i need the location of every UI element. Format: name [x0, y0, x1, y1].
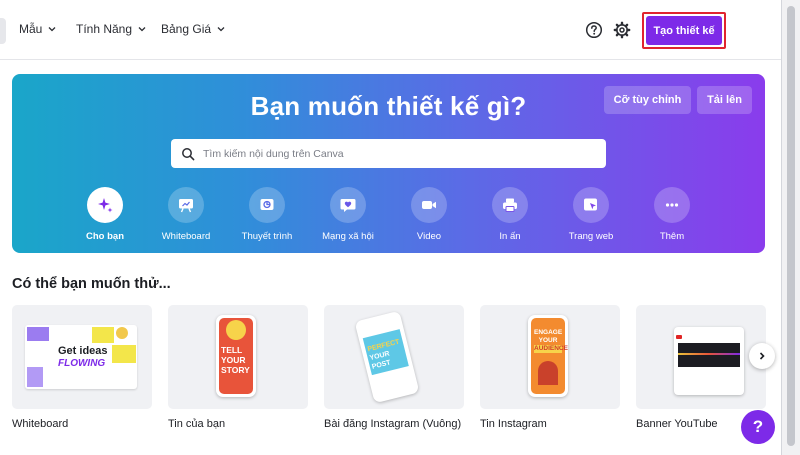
youtube-logo-icon: [676, 335, 682, 339]
template-card-your-story[interactable]: TELL YOUR STORY Tin của bạn: [168, 305, 308, 430]
settings-gear-icon[interactable]: [613, 21, 631, 39]
template-card-instagram-story[interactable]: ENGAGE YOUR AUDIENCE Tin Instagram: [480, 305, 620, 430]
story-text-3: STORY: [221, 365, 250, 375]
category-whiteboard-label: Whiteboard: [161, 231, 211, 242]
website-cursor-icon: [584, 198, 597, 211]
sticky-purple-2: [27, 367, 43, 387]
printer-icon: [503, 198, 517, 212]
top-header: Mẫu Tính Năng Bảng Giá Tạo thiết kế: [0, 0, 781, 60]
thumbnail-instagram-story: ENGAGE YOUR AUDIENCE: [480, 305, 620, 409]
phone-mockup: ENGAGE YOUR AUDIENCE: [528, 315, 568, 397]
category-social-media-circle: [330, 187, 366, 223]
custom-size-button[interactable]: Cỡ tùy chỉnh: [604, 86, 691, 114]
category-website[interactable]: Trang web: [553, 187, 629, 242]
video-camera-icon: [422, 201, 436, 209]
category-for-you-label: Cho bạn: [86, 231, 124, 242]
help-icon[interactable]: [585, 21, 603, 39]
banner-stripe: [678, 353, 740, 355]
category-more[interactable]: Thêm: [634, 187, 710, 242]
category-presentation-label: Thuyết trình: [241, 231, 293, 242]
category-social-media-label: Mạng xã hội: [322, 231, 374, 242]
category-video-label: Video: [416, 231, 442, 242]
engage-text-2: YOUR: [538, 337, 558, 344]
category-for-you-circle: [87, 187, 123, 223]
category-print-circle: [492, 187, 528, 223]
nav-pricing[interactable]: Bảng Giá: [161, 22, 226, 36]
thumbnail-youtube-banner: [636, 305, 766, 409]
category-whiteboard-circle: [168, 187, 204, 223]
carousel-next-button[interactable]: [749, 343, 775, 369]
header-left-edge: [0, 18, 6, 44]
upload-button[interactable]: Tải lên: [697, 86, 752, 114]
sticky-purple: [27, 327, 49, 341]
chevron-down-icon: [217, 27, 225, 32]
story-text-1: TELL: [221, 345, 243, 355]
sticky-yellow: [92, 327, 114, 343]
category-presentation-circle: [249, 187, 285, 223]
category-whiteboard[interactable]: Whiteboard: [148, 187, 224, 242]
chevron-down-icon: [48, 27, 56, 32]
help-fab-button[interactable]: ?: [741, 410, 775, 444]
category-website-label: Trang web: [568, 231, 614, 242]
nav-templates[interactable]: Mẫu: [19, 22, 57, 36]
suggestions-title: Có thể bạn muốn thử...: [12, 276, 171, 292]
whiteboard-icon: [179, 199, 193, 213]
chevron-down-icon: [138, 27, 146, 32]
engage-text-1: ENGAGE: [534, 329, 563, 336]
chevron-right-icon: [759, 352, 765, 360]
phone-mockup-tilted: PERFECT YOUR POST: [354, 310, 420, 404]
hero-banner: Bạn muốn thiết kế gì? Cỡ tùy chỉnh Tải l…: [12, 74, 765, 253]
thumbnail-your-story: TELL YOUR STORY: [168, 305, 308, 409]
category-print-label: In ấn: [499, 231, 521, 242]
category-website-circle: [573, 187, 609, 223]
nav-features[interactable]: Tính Năng: [76, 22, 147, 36]
create-design-highlight: Tạo thiết kế: [642, 12, 726, 49]
page-scrollbar[interactable]: [782, 0, 800, 455]
search-input[interactable]: [203, 147, 583, 160]
category-presentation[interactable]: Thuyết trình: [229, 187, 305, 242]
card-label-instagram-post: Bài đăng Instagram (Vuông): [324, 418, 462, 430]
scrollbar-thumb[interactable]: [787, 6, 795, 446]
thumbnail-instagram-post: PERFECT YOUR POST: [324, 305, 464, 409]
category-video-circle: [411, 187, 447, 223]
card-label-whiteboard: Whiteboard: [12, 418, 69, 430]
category-print[interactable]: In ấn: [472, 187, 548, 242]
category-social-media[interactable]: Mạng xã hội: [310, 187, 386, 242]
search-bar[interactable]: [171, 139, 606, 168]
sticky-yellow-2: [112, 345, 136, 363]
thumb-text-get-ideas: Get ideas: [58, 345, 108, 357]
dot-orange: [116, 327, 128, 339]
search-icon: [182, 147, 195, 160]
story-text-2: YOUR: [221, 355, 246, 365]
canva-home: Mẫu Tính Năng Bảng Giá Tạo thiết kế Bạn …: [0, 0, 782, 455]
template-card-instagram-post[interactable]: PERFECT YOUR POST Bài đăng Instagram (Vu…: [324, 305, 464, 430]
nav-features-label: Tính Năng: [76, 22, 133, 36]
category-for-you[interactable]: Cho bạn: [67, 187, 143, 242]
phone-mockup: TELL YOUR STORY: [216, 315, 256, 397]
category-video[interactable]: Video: [391, 187, 467, 242]
story-portrait: [226, 320, 246, 340]
story-figure: [538, 361, 558, 385]
more-dots-icon: [665, 203, 679, 207]
sparkle-icon: [98, 198, 113, 213]
thumbnail-whiteboard: Get ideas FLOWING: [12, 305, 152, 409]
category-more-circle: [654, 187, 690, 223]
engage-text-3: AUDIENCE: [534, 345, 568, 353]
nav-templates-label: Mẫu: [19, 22, 43, 36]
thumb-text-flowing: FLOWING: [58, 358, 106, 369]
presentation-icon: [260, 199, 274, 210]
template-card-whiteboard[interactable]: Get ideas FLOWING Whiteboard: [12, 305, 152, 430]
category-more-label: Thêm: [659, 231, 685, 242]
create-design-button[interactable]: Tạo thiết kế: [646, 16, 722, 45]
engage-text: ENGAGE YOUR AUDIENCE: [534, 329, 568, 353]
card-label-instagram-story: Tin Instagram: [480, 418, 547, 430]
banner-preview: [678, 343, 740, 367]
heart-chat-icon: [340, 199, 356, 212]
story-text: TELL YOUR STORY: [221, 345, 250, 375]
card-label-your-story: Tin của bạn: [168, 418, 226, 430]
nav-pricing-label: Bảng Giá: [161, 22, 212, 36]
